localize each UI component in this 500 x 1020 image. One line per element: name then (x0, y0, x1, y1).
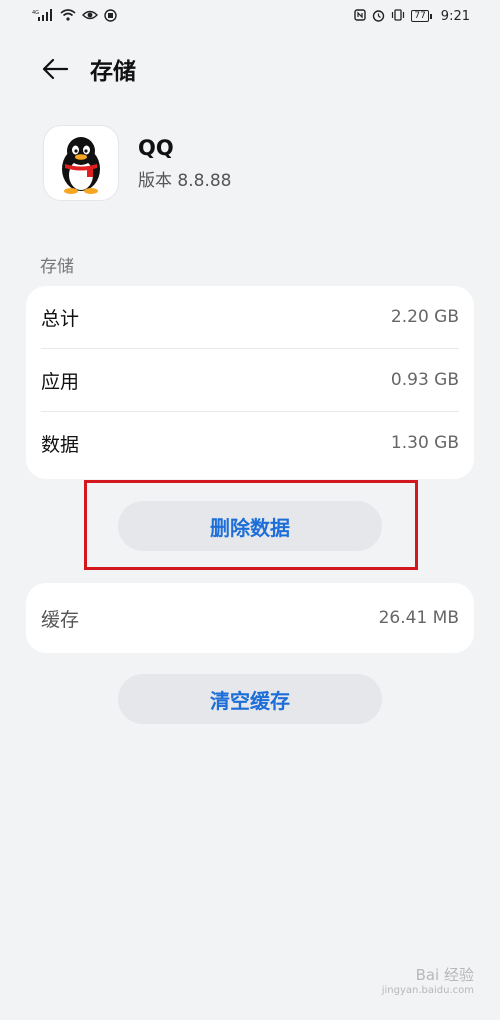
page-title: 存储 (90, 59, 136, 85)
wifi-icon (60, 9, 76, 23)
row-label: 总计 (41, 307, 80, 330)
vibrate-icon (391, 9, 405, 23)
row-label: 应用 (41, 370, 80, 393)
svg-text:4G: 4G (32, 10, 39, 16)
app-text: QQ 版本 8.8.88 (138, 136, 231, 191)
app-notification-icon (104, 8, 117, 24)
status-left: 4G (32, 8, 117, 24)
eye-icon (82, 9, 98, 23)
signal-4g-icon: 4G (32, 9, 54, 23)
cache-value: 26.41 MB (378, 608, 459, 628)
watermark-text: Bai 经验 (415, 966, 474, 984)
storage-card: 总计 2.20 GB 应用 0.93 GB 数据 1.30 GB (26, 286, 474, 479)
row-label: 数据 (41, 433, 80, 456)
storage-section-label: 存储 (40, 257, 74, 277)
status-right: 77 9:21 (354, 9, 470, 24)
storage-row-app: 应用 0.93 GB (41, 349, 459, 412)
status-bar: 4G 77 9:21 (0, 0, 500, 32)
alarm-icon (372, 9, 385, 24)
app-name: QQ (138, 135, 174, 160)
back-arrow-icon (42, 58, 69, 80)
clear-cache-button[interactable]: 清空缓存 (118, 674, 382, 724)
page-header: 存储 (0, 44, 500, 94)
status-time: 9:21 (440, 8, 470, 24)
qq-penguin-icon (44, 126, 118, 200)
cache-row: 缓存 26.41 MB (41, 583, 459, 653)
app-version: 版本 8.8.88 (138, 170, 232, 191)
highlight-annotation-box (84, 480, 418, 570)
baidu-watermark: Bai 经验 jingyan.baidu.com (382, 964, 474, 996)
back-button[interactable] (30, 44, 80, 94)
row-value: 2.20 GB (390, 307, 459, 327)
row-value: 0.93 GB (390, 370, 459, 390)
row-value: 1.30 GB (390, 433, 459, 453)
cache-card: 缓存 26.41 MB (26, 583, 474, 653)
watermark-subtext: jingyan.baidu.com (381, 985, 474, 996)
app-info: QQ 版本 8.8.88 (44, 126, 231, 200)
battery-indicator: 77 (411, 10, 433, 22)
nfc-icon (354, 9, 367, 23)
storage-row-data: 数据 1.30 GB (41, 412, 459, 474)
storage-row-total: 总计 2.20 GB (41, 286, 459, 349)
cache-label: 缓存 (41, 608, 80, 631)
